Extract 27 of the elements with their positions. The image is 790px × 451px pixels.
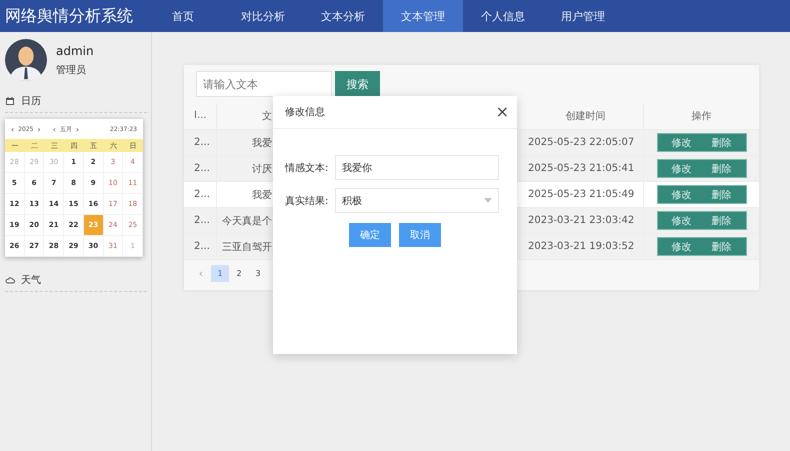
table-cell: 2... xyxy=(184,234,217,259)
column-header: 创建时间 xyxy=(564,110,606,123)
dialog-title: 修改信息 xyxy=(285,106,325,119)
table-cell-text: 讨厌 xyxy=(251,162,272,176)
table-cell: 2... xyxy=(184,130,217,155)
field-label: 情感文本: xyxy=(285,162,327,174)
table-cell-text: 今天真是个 xyxy=(221,214,272,228)
table-cell-text: 三亚自驾开 xyxy=(221,240,272,254)
table-cell: 2... xyxy=(184,156,217,181)
field-label: 真实结果: xyxy=(285,194,327,208)
table-cell-text: 2023-03-21 23:03:42 xyxy=(528,215,636,226)
column-header: 文 xyxy=(261,110,272,123)
table-cell-text: 我爱 xyxy=(251,136,272,150)
table-cell-text: 2025-05-23 22:05:07 xyxy=(528,137,636,148)
column-header: 操作 xyxy=(643,103,759,129)
table-cell-text: 2023-03-21 19:03:52 xyxy=(528,241,636,252)
section-title: 天气 xyxy=(21,274,41,287)
user-role: 管理员 xyxy=(56,64,87,76)
table-cell: 2... xyxy=(184,208,217,233)
table-cell: 2... xyxy=(184,182,217,207)
column-header: I... xyxy=(184,103,217,129)
table-cell-text: 我爱 xyxy=(251,188,272,202)
app-title: 网络舆情分析系统 xyxy=(4,5,134,27)
user-name: admin xyxy=(56,44,94,58)
table-cell-text: 2025-05-23 21:05:41 xyxy=(528,163,636,174)
section-title: 日历 xyxy=(21,95,41,108)
table-cell-text: 2025-05-23 21:05:49 xyxy=(528,189,636,200)
